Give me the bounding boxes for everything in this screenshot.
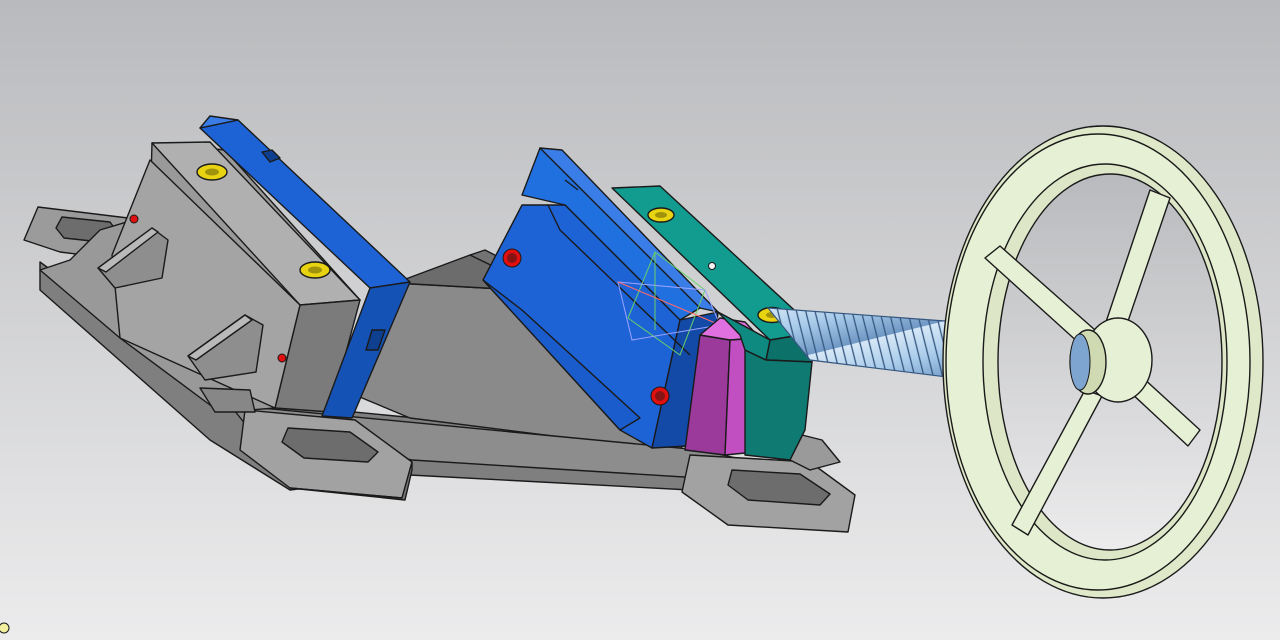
pin-movable-lower[interactable] [650,386,670,406]
pin-fixed-upper[interactable] [129,214,139,224]
3d-viewport[interactable] [0,0,1280,640]
cad-scene[interactable] [0,0,1280,640]
handwheel[interactable] [942,125,1264,599]
fastener-fixed-top[interactable] [196,163,228,181]
nut-block-hole [708,262,716,270]
fastener-nut-upper[interactable] [647,207,675,223]
pin-fixed-lower[interactable] [277,353,287,363]
handwheel-shaft-end [1069,333,1091,391]
fastener-fixed-bottom[interactable] [299,261,331,279]
origin-marker [0,622,10,634]
pin-movable-upper[interactable] [502,248,522,268]
